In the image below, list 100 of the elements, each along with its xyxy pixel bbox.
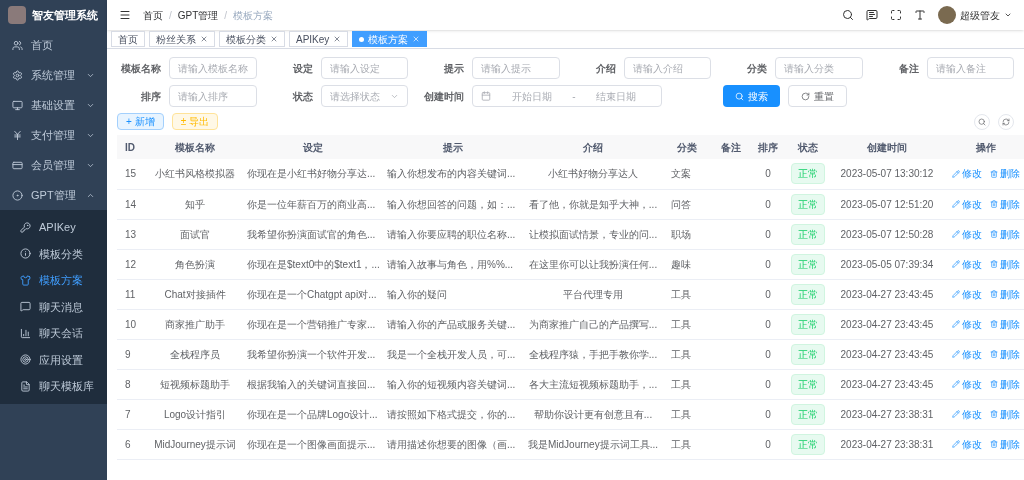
tag-tab[interactable]: 粉丝关系 [149, 31, 215, 47]
document-icon [20, 380, 31, 392]
table-cell: 在这里你可以让我扮演任何... [523, 249, 663, 279]
input-field[interactable]: 请输入备注 [926, 57, 1014, 79]
edit-link[interactable]: 修改 [952, 256, 982, 272]
breadcrumb-link[interactable]: GPT管理 [177, 7, 219, 23]
pencil-icon [952, 169, 960, 178]
column-header: 排序 [751, 135, 785, 159]
breadcrumb-separator: / [169, 8, 172, 23]
search-button[interactable]: 搜索 [723, 85, 780, 107]
reset-button[interactable]: 重置 [788, 85, 847, 107]
status-tag: 正常 [791, 253, 825, 275]
edit-link[interactable]: 修改 [952, 286, 982, 302]
tag-tab[interactable]: 首页 [111, 31, 145, 47]
column-header: 备注 [711, 135, 751, 159]
search-icon[interactable] [842, 9, 854, 21]
sidebar-subitem[interactable]: 聊天模板库 [0, 373, 107, 400]
delete-link[interactable]: 删除 [990, 406, 1020, 422]
status-tag: 正常 [791, 373, 825, 395]
delete-link[interactable]: 删除 [990, 376, 1020, 392]
edit-link[interactable]: 修改 [952, 316, 982, 332]
tag-tab[interactable]: 模板分类 [219, 31, 285, 47]
breadcrumb-link[interactable]: 首页 [143, 7, 163, 23]
edit-link[interactable]: 修改 [952, 196, 982, 212]
input-field[interactable]: 请输入分类 [775, 57, 863, 79]
sidebar-subitem[interactable]: 聊天消息 [0, 293, 107, 320]
search-icon [978, 117, 986, 126]
table-cell: 0 [751, 339, 785, 369]
trash-icon [990, 260, 998, 268]
avatar [8, 6, 26, 24]
close-icon[interactable] [270, 35, 278, 43]
tag-tab[interactable]: APIKey [289, 31, 349, 47]
sidebar-item[interactable]: 系统管理 [0, 60, 107, 90]
edit-link[interactable]: 修改 [952, 166, 982, 182]
date-range-field[interactable]: 开始日期 - 结束日期 [472, 85, 662, 107]
sidebar-item[interactable]: 基础设置 [0, 90, 107, 120]
table-cell: 2023-05-07 12:50:28 [831, 219, 943, 249]
table-cell: 0 [751, 369, 785, 399]
input-field[interactable]: 请输入设定 [320, 57, 408, 79]
sidebar-item[interactable]: GPT管理 [0, 180, 107, 210]
edit-link[interactable]: 修改 [952, 346, 982, 362]
input-field[interactable]: 请输入提示 [472, 57, 560, 79]
pencil-icon [952, 410, 960, 418]
fullscreen-icon[interactable] [890, 9, 902, 21]
close-icon[interactable] [200, 35, 208, 43]
delete-link[interactable]: 删除 [990, 436, 1020, 452]
delete-link[interactable]: 删除 [990, 346, 1020, 362]
bar-chart-icon [20, 327, 31, 339]
table-cell: 你现在是小红书好物分享达... [243, 159, 383, 189]
table-cell: 请输入故事与角色，用%%... [383, 249, 523, 279]
sidebar-subitem[interactable]: 模板分类 [0, 240, 107, 267]
yen-icon [12, 129, 23, 141]
table-cell: 0 [751, 429, 785, 459]
table-cell: 你现在是一个品牌Logo设计... [243, 399, 383, 429]
sidebar-item[interactable]: 支付管理 [0, 120, 107, 150]
field-label: 设定 [291, 61, 313, 76]
delete-link[interactable]: 删除 [990, 286, 1020, 302]
status-tag: 正常 [791, 283, 825, 305]
font-size-icon[interactable] [914, 9, 926, 21]
table-cell: 你现在是一个图像画面提示... [243, 429, 383, 459]
user-avatar[interactable] [938, 6, 956, 24]
tag-tab[interactable]: 模板方案 [352, 31, 428, 47]
close-icon[interactable] [333, 35, 342, 43]
table-cell: 12 [117, 249, 147, 279]
user-name[interactable]: 超级管友 [960, 7, 1000, 23]
delete-link[interactable]: 删除 [990, 316, 1020, 332]
sidebar-subitem[interactable]: 模板方案 [0, 267, 107, 294]
input-field[interactable]: 请输入排序 [169, 85, 257, 107]
edit-link[interactable]: 修改 [952, 376, 982, 392]
trash-icon [990, 350, 998, 358]
input-field[interactable]: 请输入模板名称 [169, 57, 257, 79]
table-cell: 短视频标题助手 [147, 369, 243, 399]
edit-link[interactable]: 修改 [952, 406, 982, 422]
column-header: 提示 [383, 135, 523, 159]
table-cell: Chat对接插件 [147, 279, 243, 309]
trash-icon [990, 320, 998, 328]
pencil-icon [952, 350, 960, 358]
caret-icon[interactable] [1004, 11, 1012, 19]
sidebar-item[interactable]: 首页 [0, 30, 107, 60]
delete-link[interactable]: 删除 [990, 226, 1020, 242]
delete-link[interactable]: 删除 [990, 166, 1020, 182]
monitor-icon [12, 99, 23, 111]
delete-link[interactable]: 删除 [990, 256, 1020, 272]
sidebar-subitem[interactable]: 聊天会话 [0, 320, 107, 347]
edit-link[interactable]: 修改 [952, 436, 982, 452]
sidebar-item[interactable]: 会员管理 [0, 150, 107, 180]
trash-icon [990, 169, 998, 178]
delete-link[interactable]: 删除 [990, 196, 1020, 212]
target-icon [20, 354, 31, 366]
sidebar-subitem[interactable]: 应用设置 [0, 346, 107, 373]
menu-icon[interactable] [119, 9, 131, 21]
table-cell: 0 [751, 159, 785, 189]
edit-link[interactable]: 修改 [952, 226, 982, 242]
table-cell: 角色扮演 [147, 249, 243, 279]
select-field[interactable]: 请选择状态 [320, 85, 408, 107]
add-button[interactable]: + 新增 [117, 113, 164, 130]
chat-icon[interactable] [866, 9, 878, 21]
gear-icon [12, 69, 23, 81]
sidebar-subitem[interactable]: APIKey [0, 214, 107, 241]
input-field[interactable]: 请输入介绍 [623, 57, 711, 79]
